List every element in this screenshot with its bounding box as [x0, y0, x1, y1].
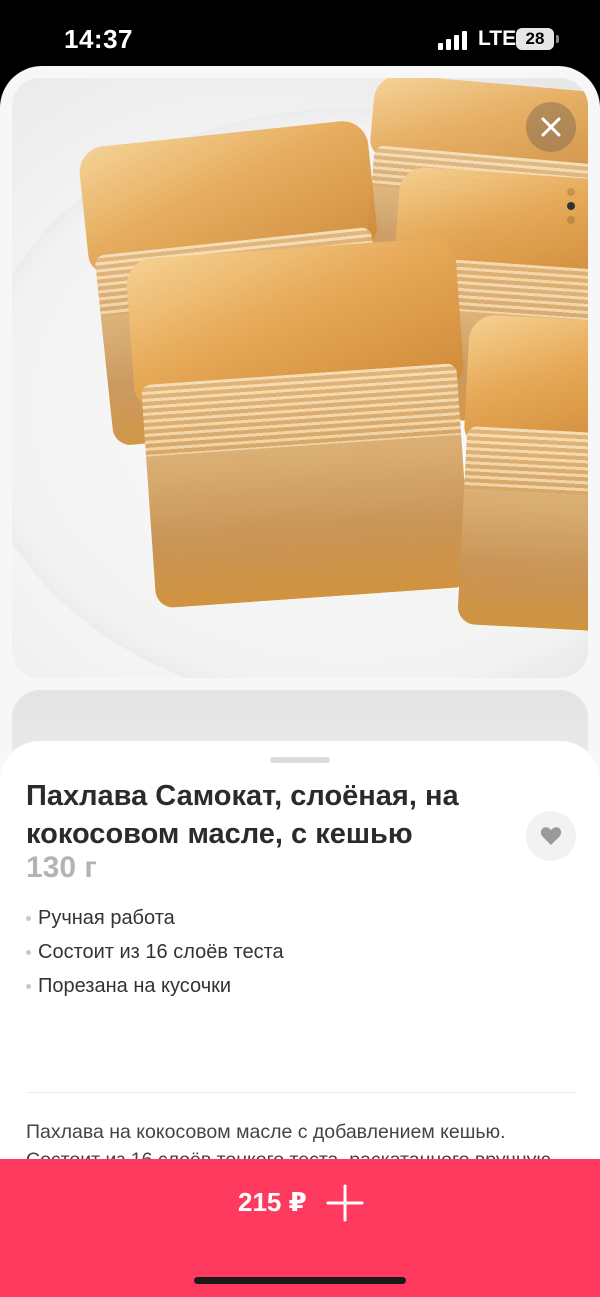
battery-icon: 28 — [516, 28, 554, 50]
feature-item: Порезана на кусочки — [26, 969, 576, 1003]
status-bar: 14:37 LTE 28 — [0, 0, 600, 70]
gallery-page-indicator — [566, 188, 576, 230]
feature-item: Состоит из 16 слоёв теста — [26, 935, 576, 969]
signal-icon — [438, 30, 468, 50]
favorite-button[interactable] — [526, 811, 576, 861]
network-type: LTE — [478, 27, 517, 50]
product-card: Пахлава Самокат, слоёная, на кокосовом м… — [0, 66, 600, 1297]
add-to-cart-bar: 215 ₽ — [0, 1159, 600, 1297]
gallery-dot — [567, 188, 575, 196]
close-icon — [541, 117, 561, 137]
home-indicator[interactable] — [194, 1277, 406, 1284]
heart-icon — [540, 827, 562, 845]
product-weight: 130 г — [26, 851, 97, 884]
gallery-dot-active — [567, 202, 575, 210]
plus-icon — [326, 1184, 364, 1222]
divider — [26, 1092, 576, 1093]
feature-item: Ручная работа — [26, 901, 576, 935]
status-time: 14:37 — [64, 24, 133, 54]
feature-list: Ручная работа Состоит из 16 слоёв теста … — [26, 901, 576, 1003]
product-title: Пахлава Самокат, слоёная, на кокосовом м… — [26, 780, 459, 850]
product-photo[interactable] — [12, 78, 588, 678]
price-label: 215 ₽ — [238, 1187, 307, 1217]
sheet-grabber[interactable] — [270, 757, 330, 763]
close-button[interactable] — [526, 102, 576, 152]
battery-tip — [556, 35, 559, 43]
add-to-cart-button[interactable]: 215 ₽ — [160, 1159, 440, 1249]
gallery-dot — [567, 216, 575, 224]
